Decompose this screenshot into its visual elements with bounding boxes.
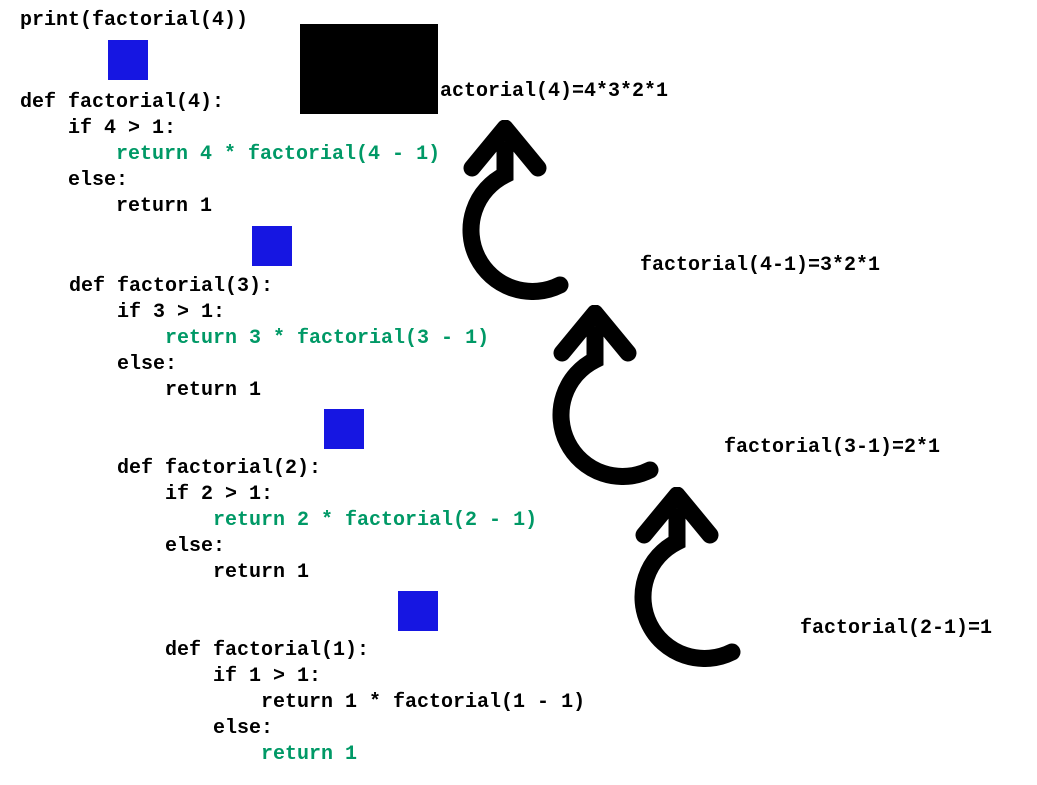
code-factorial-1-else: else:: [165, 716, 273, 742]
code-factorial-4-else: else:: [20, 168, 128, 194]
annotation-factorial-4: actorial(4)=4*3*2*1: [440, 80, 668, 103]
code-factorial-2-if: if 2 > 1:: [117, 482, 273, 508]
print-call: print(factorial(4)): [20, 8, 248, 34]
marker-square-3: [324, 409, 364, 449]
code-factorial-1-return-1: return 1: [165, 742, 357, 768]
code-factorial-4-return-call: return 4 * factorial(4 - 1): [20, 142, 440, 168]
annotation-factorial-4-1: factorial(4-1)=3*2*1: [640, 254, 880, 277]
code-factorial-2-else: else:: [117, 534, 225, 560]
code-factorial-3-def: def factorial(3):: [69, 274, 273, 300]
return-arrow-icon: [550, 305, 680, 485]
code-factorial-1-def: def factorial(1):: [165, 638, 369, 664]
annotation-factorial-3-1: factorial(3-1)=2*1: [724, 436, 940, 459]
return-arrow-icon: [632, 487, 762, 667]
code-factorial-3-if: if 3 > 1:: [69, 300, 225, 326]
code-factorial-4-def: def factorial(4):: [20, 90, 224, 116]
code-factorial-1-return-call: return 1 * factorial(1 - 1): [165, 690, 585, 716]
marker-square-1: [108, 40, 148, 80]
code-factorial-3-else: else:: [69, 352, 177, 378]
code-factorial-4-return-1: return 1: [20, 194, 212, 220]
code-factorial-3-return-call: return 3 * factorial(3 - 1): [69, 326, 489, 352]
marker-square-4: [398, 591, 438, 631]
annotation-factorial-2-1: factorial(2-1)=1: [800, 617, 992, 640]
code-factorial-1-if: if 1 > 1:: [165, 664, 321, 690]
code-factorial-2-def: def factorial(2):: [117, 456, 321, 482]
diagram-canvas: print(factorial(4)) def factorial(4): if…: [0, 0, 1037, 785]
code-factorial-4-if: if 4 > 1:: [20, 116, 176, 142]
code-factorial-3-return-1: return 1: [69, 378, 261, 404]
return-arrow-icon: [460, 120, 590, 300]
code-factorial-2-return-call: return 2 * factorial(2 - 1): [117, 508, 537, 534]
code-factorial-2-return-1: return 1: [117, 560, 309, 586]
redaction-box: [300, 24, 438, 114]
marker-square-2: [252, 226, 292, 266]
